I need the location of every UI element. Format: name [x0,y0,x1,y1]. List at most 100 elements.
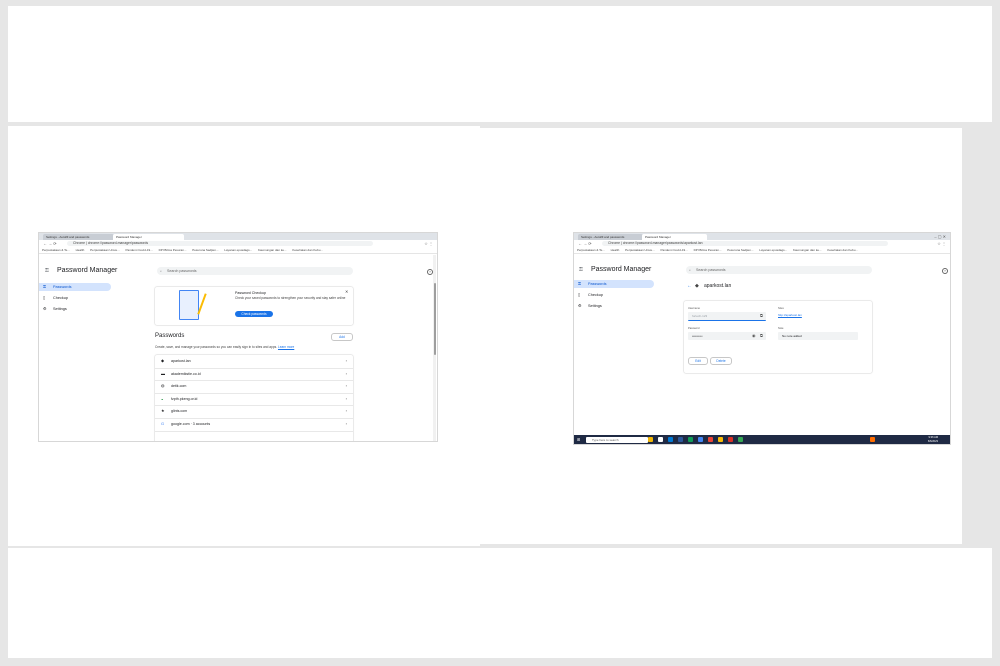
help-icon[interactable]: ? [942,268,948,274]
username-field[interactable]: fortech-123 [688,312,766,321]
bookmark-item[interactable]: Pesuruna Sadjien... [727,247,753,253]
site-icon: ▬ [161,370,165,376]
credential-detail-card: Username fortech-123 ⧉ Sites http://apar… [684,301,872,373]
bookmark-item[interactable]: Health [76,247,85,253]
site-name: google.com · 3 accounts [171,422,211,426]
password-entry-row[interactable]: ◆ aparkost.lan › [155,355,353,369]
windows-start-icon[interactable]: ⊞ [577,437,580,442]
password-entry-row[interactable]: ▬ akademikstie.co.id › [155,368,353,382]
site-icon: ★ [161,408,165,414]
clock-date: 6/6/2023 [927,439,938,443]
sidebar-item-settings[interactable]: ⚙ Settings [574,302,654,310]
password-entry-row[interactable]: ◒ fzpth.pkeng.or.id › [155,393,353,407]
browser-actions-icons[interactable]: ☆ ⋮ [937,240,946,247]
bookmark-item[interactable]: DPI Bilma Pesuran... [159,247,187,253]
eye-icon[interactable]: ◉ [752,333,756,338]
address-bar[interactable]: Chrome | chrome://password-manager/passw… [67,241,373,246]
nav-label: Settings [588,304,602,308]
description-text: Create, save, and manage your passwords … [155,345,278,349]
bookmark-item[interactable]: Perpustakaan & Te... [577,247,605,253]
chevron-right-icon: › [345,395,347,401]
address-bar[interactable]: Chrome | chrome://password-manager/passw… [602,241,888,246]
chevron-right-icon: › [345,358,347,363]
bookmark-item[interactable]: Pesuruna Sadjien... [192,247,218,253]
site-icon: ◆ [161,358,165,363]
back-forward-reload-icons[interactable]: ← → ⟳ [43,240,57,247]
bookmark-item[interactable]: Kaumungan dan ke... [793,247,822,253]
sidebar-item-passwords[interactable]: ⚿ Passwords [39,283,111,291]
tray-icon[interactable] [870,437,875,442]
tab-bar: Settings - Autofill and passwords Passwo… [574,233,950,240]
back-arrow-icon[interactable]: ← [687,283,692,289]
search-icon: ⌕ [160,269,162,273]
back-forward-reload-icons[interactable]: ← → ⟳ [578,240,592,247]
taskbar-app-icon[interactable] [728,437,733,442]
bookmark-item[interactable]: Perpustakaan & Te... [42,247,70,253]
password-label: Password [688,327,700,330]
sites-label: Sites [778,307,784,310]
bookmarks-bar: Perpustakaan & Te... Health Perpustakaan… [39,247,437,254]
left-screenshot: Settings - Autofill and passwords Passwo… [38,232,438,442]
password-manager-key-icon: ⚿ [45,268,49,274]
bookmark-item[interactable]: Kaumungan dan ke... [258,247,287,253]
browser-actions-icons[interactable]: ☆ ⋮ [424,240,433,247]
delete-button[interactable]: Delete [710,357,732,365]
sidebar-item-passwords[interactable]: ⚿ Passwords [574,280,654,288]
taskbar-app-icon[interactable] [668,437,673,442]
taskbar-search-input[interactable]: Type here to search [586,436,648,443]
tab-bar: Settings - Autofill and passwords Passwo… [39,233,437,240]
right-screenshot: Settings - Autofill and passwords Passwo… [573,232,951,445]
copy-icon[interactable]: ⧉ [760,333,763,338]
key-icon: ⚿ [578,281,582,286]
password-entry-row[interactable]: ★ glints.com › [155,405,353,419]
nav-label: Checkup [588,293,603,297]
taskbar-app-icon[interactable] [648,437,653,442]
clock-time: 9:36 AM [928,436,938,439]
search-input[interactable]: Search passwords [686,266,872,274]
clipboard-icon: ▯ [578,292,581,297]
note-field[interactable]: No note added [778,332,858,340]
password-entry-row[interactable]: ◍ detik.com › [155,380,353,394]
taskbar-app-icon[interactable] [698,437,703,442]
bookmark-item[interactable]: Layanan epusdags... [224,247,252,253]
taskbar-clock[interactable]: 9:36 AM 6/6/2023 [928,436,938,443]
site-name: detik.com [171,384,187,389]
check-passwords-button[interactable]: Check passwords [235,311,273,317]
search-input[interactable]: Search passwords [157,267,353,275]
edit-button[interactable]: Edit [688,357,708,365]
bookmark-item[interactable]: Layanan epusdags... [759,247,787,253]
add-password-button[interactable]: Add [331,333,353,341]
scrollbar-thumb[interactable] [433,283,436,355]
close-icon[interactable]: ✕ [345,289,348,294]
bookmark-item[interactable]: Pandemi Covid-19... [661,247,688,253]
taskbar-app-icon[interactable] [678,437,683,442]
site-icon: ◒ [161,395,164,401]
sidebar-item-checkup[interactable]: ▯ Checkup [574,291,654,299]
globe-icon: ◍ [161,383,165,389]
bookmark-item[interactable]: Kesehatan dan Kebu... [292,247,323,253]
sidebar-item-settings[interactable]: ⚙ Settings [39,305,111,313]
window-controls[interactable]: – ▢ ✕ [934,233,946,240]
site-name: akademikstie.co.id [171,371,201,376]
taskbar-app-icon[interactable] [718,437,723,442]
bookmark-item[interactable]: Health [611,247,620,253]
taskbar-app-icon[interactable] [688,437,693,442]
bookmark-item[interactable]: Pandemi Covid-19... [126,247,153,253]
taskbar-app-icon[interactable] [658,437,663,442]
background-panel-bottom [8,548,992,658]
learn-more-link[interactable]: Learn more [278,345,294,349]
bookmarks-bar: Perpustakaan & Te... Health Perpustakaan… [574,247,950,254]
taskbar-app-icon[interactable] [708,437,713,442]
bookmark-item[interactable]: Perpustakaan Unive... [625,247,655,253]
site-name: fzpth.pkeng.or.id [171,396,198,401]
bookmark-item[interactable]: Kesehatan dan Kebu... [827,247,858,253]
password-entry-row[interactable]: Ggoogle.com · 3 accounts › [155,418,353,432]
nav-label: Passwords [53,285,72,289]
sidebar-item-checkup[interactable]: ▯ Checkup [39,294,111,302]
site-link[interactable]: http://aparkost.lan [778,313,802,317]
chevron-right-icon: › [345,383,347,389]
bookmark-item[interactable]: DPI Bilma Pesuran... [694,247,722,253]
taskbar-app-icon[interactable] [738,437,743,442]
bookmark-item[interactable]: Perpustakaan Unive... [90,247,120,253]
copy-icon[interactable]: ⧉ [760,313,763,318]
